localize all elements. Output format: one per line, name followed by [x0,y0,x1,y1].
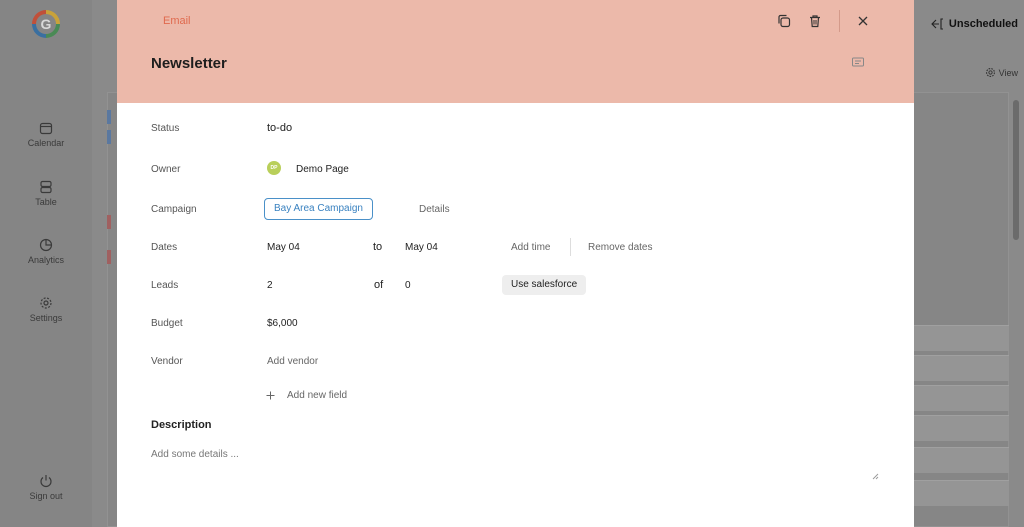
background-row [914,415,1009,441]
view-button[interactable]: View [985,67,1018,78]
avatar: DP [267,161,281,175]
analytics-icon [39,238,53,252]
sidebar-item-signout[interactable]: Sign out [0,474,92,501]
app-sidebar: G Calendar Table Analytics Settings Sign… [0,0,92,527]
description-heading: Description [151,419,212,431]
item-type-label: Email [163,15,191,27]
item-detail-modal: Email Newsletter Status to-do Owner DP D… [117,0,914,527]
status-row: Status to-do [151,122,293,134]
background-row [914,385,1009,411]
settings-icon [40,297,52,309]
sidebar-item-analytics[interactable]: Analytics [0,238,92,265]
background-event-marker [107,215,111,229]
background-event-marker [107,110,111,124]
end-date-field[interactable]: May 04 [405,242,438,253]
start-date-field[interactable]: May 04 [267,242,300,253]
copy-icon [778,14,791,28]
add-new-field-button[interactable]: Add new field [287,390,347,401]
power-icon [40,475,52,488]
background-event-marker [107,130,111,144]
collapse-left-icon [931,18,943,30]
campaign-row: Campaign Bay Area Campaign Details [117,198,914,222]
resize-handle-icon[interactable] [871,472,879,480]
card-view-icon[interactable] [851,55,865,69]
calendar-icon [39,122,53,135]
add-time-button[interactable]: Add time [511,242,550,253]
leads-value-field[interactable]: 2 [267,280,273,291]
gear-icon [985,68,995,77]
duplicate-button[interactable] [775,12,793,30]
vendor-field[interactable]: Add vendor [267,356,318,367]
vendor-row: Vendor Add vendor [151,356,319,367]
sidebar-item-settings[interactable]: Settings [0,296,92,323]
delete-button[interactable] [806,12,824,30]
sidebar-item-table[interactable]: Table [0,180,92,207]
dates-divider [570,238,571,256]
budget-field[interactable]: $6,000 [267,318,298,329]
background-row [914,325,1009,351]
background-event-marker [107,250,111,264]
background-row [914,480,1009,506]
remove-dates-button[interactable]: Remove dates [588,242,652,253]
close-icon [858,16,868,26]
close-button[interactable] [854,12,872,30]
unscheduled-toggle[interactable]: Unscheduled [931,18,1018,30]
sidebar-item-calendar[interactable]: Calendar [0,121,92,148]
owner-value[interactable]: Demo Page [296,164,349,175]
add-field-row[interactable]: Add new field [117,384,914,408]
background-row [914,447,1009,473]
modal-header: Email Newsletter [117,0,914,103]
trash-icon [810,15,820,28]
plus-icon [266,391,275,400]
app-logo: G [32,10,60,38]
use-salesforce-button[interactable]: Use salesforce [502,275,587,295]
item-title[interactable]: Newsletter [151,55,227,72]
background-row [914,355,1009,381]
status-value[interactable]: to-do [267,122,292,134]
table-icon [40,180,52,194]
dates-row: Dates May 04 to May 04 Add time Remove d… [117,236,914,260]
budget-row: Budget $6,000 [151,318,298,329]
description-input[interactable] [151,449,881,481]
campaign-button[interactable]: Bay Area Campaign [264,198,373,220]
leads-total-field[interactable]: 0 [405,280,411,291]
campaign-details-link[interactable]: Details [419,204,450,215]
background-scrollbar [1013,100,1019,240]
leads-row: Leads 2 of 0 Use salesforce [117,274,914,298]
owner-row: Owner DP Demo Page [117,158,914,182]
header-divider [839,10,840,32]
